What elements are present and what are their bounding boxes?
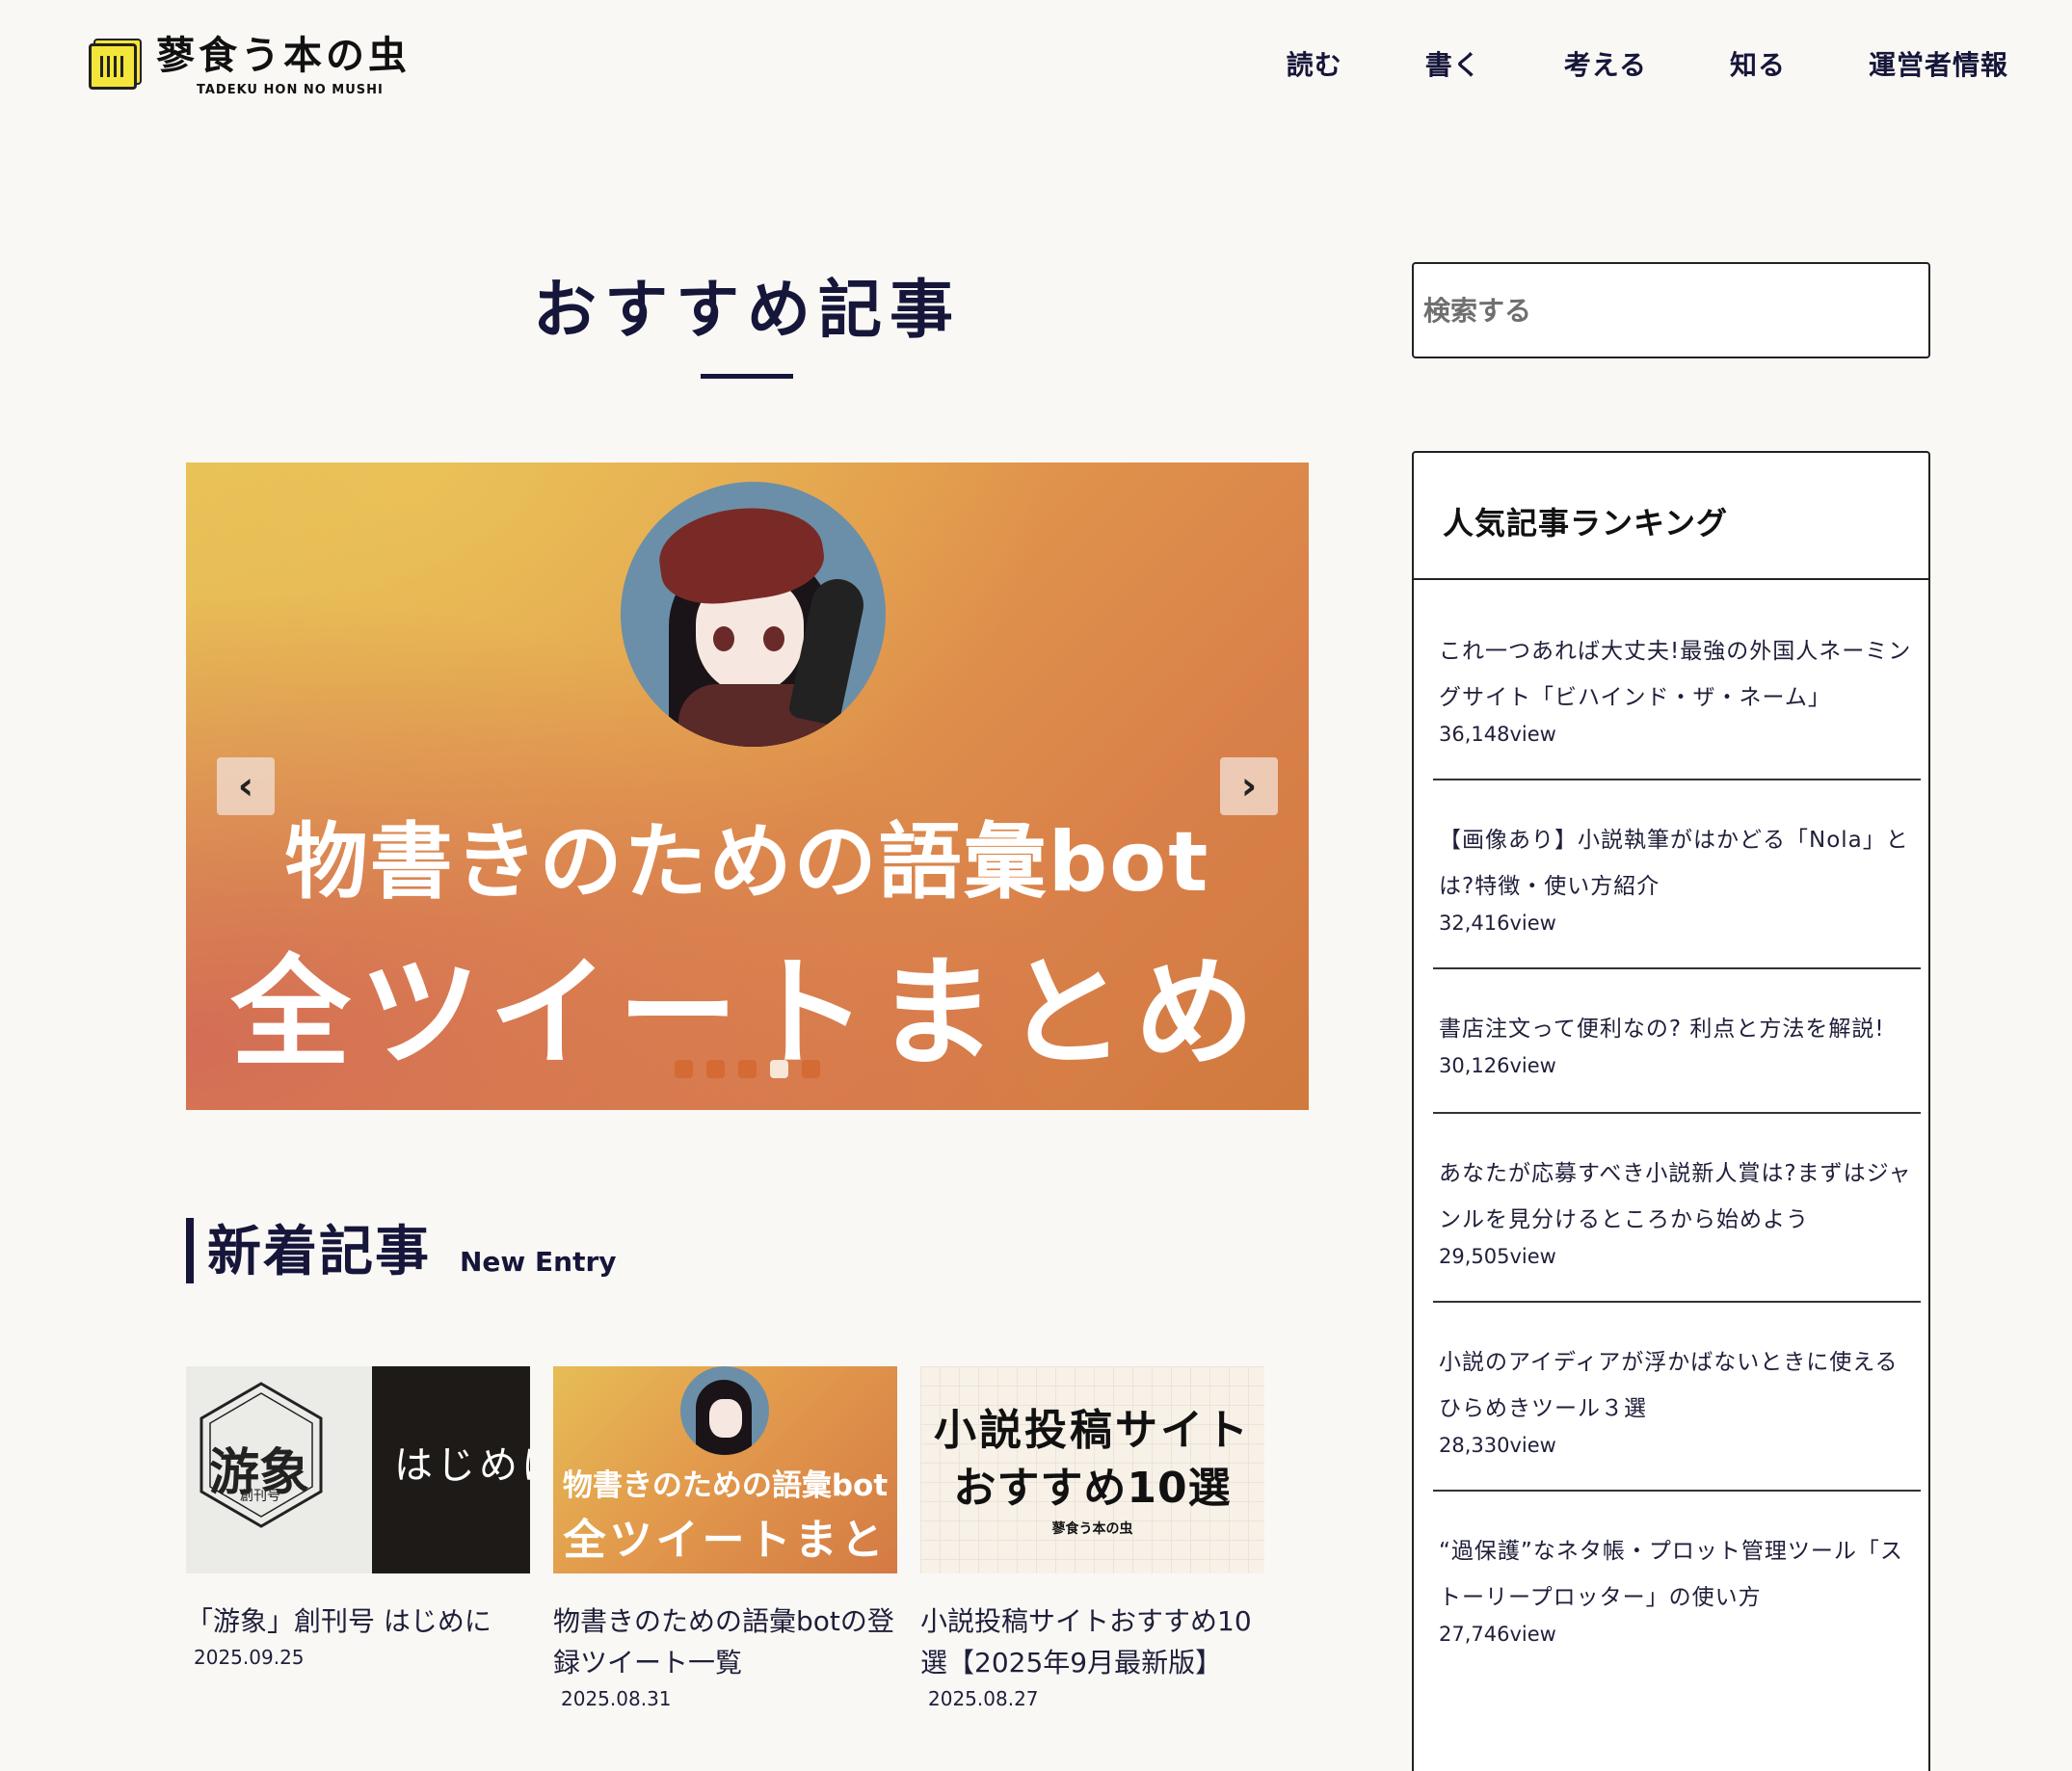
slider-dot-3[interactable] [738,1060,757,1078]
slider-prev-button[interactable]: ‹ [217,757,275,815]
ranking-item[interactable]: “過保護”なネタ帳・プロット管理ツール「ストーリープロッター」の使い方 27,7… [1433,1492,1921,1678]
thumb-line3: 蓼食う本の虫 [1051,1521,1133,1537]
ranking-item-views: 32,416view [1439,912,1556,935]
thumb-line2: おすすめ10選 [953,1464,1232,1513]
slide-title-line1: 物書きのための語彙bot [284,814,1210,911]
article-title[interactable]: 物書きのための語彙botの登録ツイート一覧 [553,1600,897,1683]
thumb-issue: 創刊号 [240,1489,280,1504]
site-logo[interactable]: 蓼食う本の虫 TADEKU HON NO MUSHI [89,35,411,97]
ranking-item[interactable]: 書店注文って便利なの? 利点と方法を解説! 30,126view [1433,969,1921,1114]
book-stack-icon [89,42,137,90]
ranking-item-views: 29,505view [1439,1245,1556,1268]
slider-pagination [186,1060,1309,1078]
new-entry-header: 新着記事 New Entry [186,1218,617,1283]
chevron-right-icon: › [1240,764,1258,808]
mascot-avatar [621,482,886,747]
ranking-item[interactable]: これ一つあれば大丈夫!最強の外国人ネーミングサイト「ビハインド・ザ・ネーム」 3… [1433,580,1921,780]
article-thumbnail[interactable]: 游象 創刊号 はじめに [186,1366,530,1573]
slider-dot-5[interactable] [802,1060,820,1078]
slider-next-button[interactable]: › [1220,757,1278,815]
new-entry-subheading: New Entry [460,1246,617,1278]
ranking-item-views: 27,746view [1439,1623,1556,1646]
chevron-left-icon: ‹ [237,764,254,808]
ranking-item-title[interactable]: 小説のアイディアが浮かばないときに使えるひらめきツール３選 [1439,1339,1921,1432]
slider-dot-1[interactable] [675,1060,693,1078]
article-title[interactable]: 小説投稿サイトおすすめ10選【2025年9月最新版】 [920,1600,1264,1683]
article-date: 2025.08.31 [561,1687,672,1710]
mascot-avatar [680,1366,769,1455]
ranking-item-views: 28,330view [1439,1434,1556,1457]
slider-dot-4[interactable] [770,1060,788,1078]
thumb-line1: 物書きのための語彙bot [562,1468,889,1503]
thumb-line2: 全ツイートまとめ [563,1516,888,1565]
ranking-item-title[interactable]: これ一つあれば大丈夫!最強の外国人ネーミングサイト「ビハインド・ザ・ネーム」 [1439,628,1921,721]
ranking-item-title[interactable]: あなたが応募すべき小説新人賞は?まずはジャンルを見分けるところから始めよう [1439,1150,1921,1243]
new-entry-heading: 新着記事 [207,1221,431,1283]
ranking-heading: 人気記事ランキング [1414,453,1928,580]
ranking-item-views: 30,126view [1439,1054,1556,1077]
nav-item-about[interactable]: 運営者情報 [1869,44,2008,83]
nav-item-write[interactable]: 書く [1425,44,1481,83]
thumb-line1: 小説投稿サイト [934,1406,1251,1455]
nav-item-think[interactable]: 考える [1564,44,1647,83]
article-card[interactable]: 小説投稿サイト おすすめ10選 蓼食う本の虫 小説投稿サイトおすすめ10選【20… [920,1366,1264,1710]
ranking-item[interactable]: 小説のアイディアが浮かばないときに使えるひらめきツール３選 28,330view [1433,1303,1921,1492]
article-date: 2025.08.27 [928,1687,1039,1710]
article-date: 2025.09.25 [194,1646,305,1669]
article-card[interactable]: 游象 創刊号 はじめに 「游象」創刊号 はじめに 2025.09.25 [186,1366,530,1669]
logo-title: 蓼食う本の虫 [156,34,411,78]
search-input[interactable] [1412,262,1930,358]
article-thumbnail[interactable]: 小説投稿サイト おすすめ10選 蓼食う本の虫 [920,1366,1264,1573]
ranking-item-title[interactable]: 【画像あり】小説執筆がはかどる「Nola」とは?特徴・使い方紹介 [1439,817,1921,910]
nav-item-know[interactable]: 知る [1730,44,1786,83]
ranking-widget: 人気記事ランキング これ一つあれば大丈夫!最強の外国人ネーミングサイト「ビハイン… [1412,451,1930,1771]
article-card[interactable]: 物書きのための語彙bot 全ツイートまとめ 物書きのための語彙botの登録ツイー… [553,1366,897,1710]
featured-heading: おすすめ記事 [533,272,961,347]
logo-subtitle: TADEKU HON NO MUSHI [197,83,384,97]
slider-dot-2[interactable] [706,1060,725,1078]
ranking-item-views: 36,148view [1439,723,1556,746]
ranking-item-title[interactable]: “過保護”なネタ帳・プロット管理ツール「ストーリープロッター」の使い方 [1439,1528,1921,1621]
ranking-item[interactable]: あなたが応募すべき小説新人賞は?まずはジャンルを見分けるところから始めよう 29… [1433,1114,1921,1303]
article-title[interactable]: 「游象」創刊号 はじめに [186,1600,530,1642]
thumb-text: はじめに [394,1443,530,1488]
heading-underline [701,374,793,379]
article-thumbnail[interactable]: 物書きのための語彙bot 全ツイートまとめ [553,1366,897,1573]
ranking-item[interactable]: 【画像あり】小説執筆がはかどる「Nola」とは?特徴・使い方紹介 32,416v… [1433,780,1921,969]
featured-slider[interactable]: 物書きのための語彙bot 全ツイートまとめ ‹ › [186,463,1309,1110]
featured-section-header: おすすめ記事 [185,258,1309,379]
nav-item-read[interactable]: 読む [1287,44,1342,83]
main-nav: 読む 書く 考える 知る 運営者情報 [1204,44,2008,83]
ranking-item-title[interactable]: 書店注文って便利なの? 利点と方法を解説! [1439,1006,1921,1052]
